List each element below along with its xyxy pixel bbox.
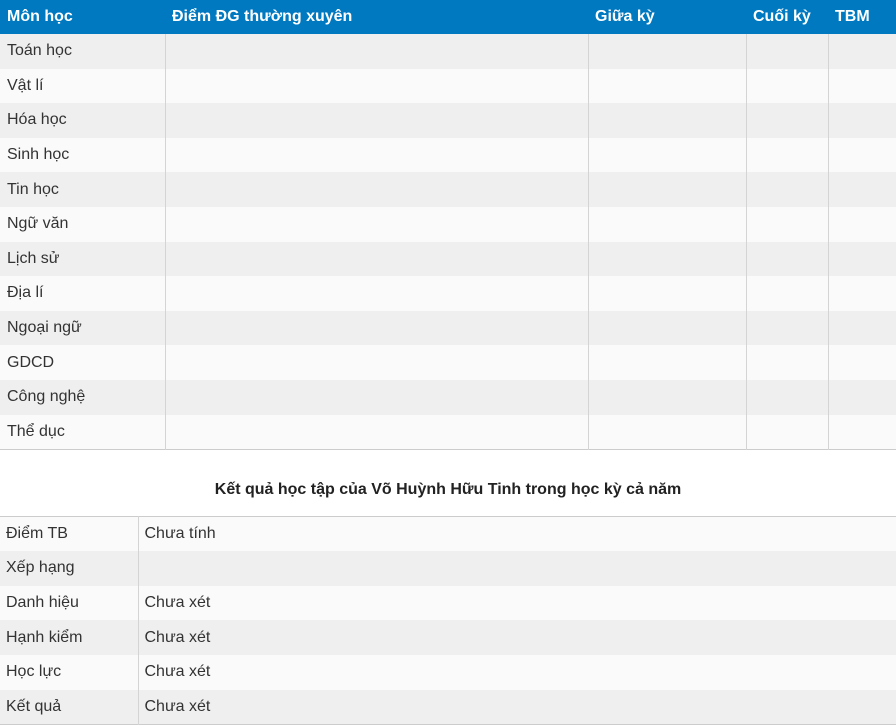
subject-name: Ngoại ngữ [0, 310, 165, 346]
summary-label: Xếp hạng [0, 550, 139, 586]
average-cell [827, 103, 896, 138]
summary-value [138, 550, 896, 586]
regular-score-cell [164, 172, 588, 207]
table-row: Ngữ văn [0, 206, 896, 242]
table-row: GDCD [0, 345, 896, 380]
table-row: Địa lí [0, 276, 896, 311]
summary-value: Chưa xét [138, 654, 896, 690]
average-cell [827, 379, 896, 415]
final-cell [745, 310, 828, 346]
regular-score-cell [164, 276, 588, 311]
summary-row: Kết quả Chưa xét [0, 689, 896, 725]
regular-score-cell [164, 414, 588, 450]
header-subject: Môn học [0, 0, 165, 34]
header-regular-score: Điểm ĐG thường xuyên [165, 0, 588, 34]
subject-name: Lịch sử [0, 241, 165, 277]
subject-name: Vật lí [0, 68, 165, 104]
final-cell [745, 34, 828, 69]
average-cell [827, 34, 896, 69]
subject-name: Hóa học [0, 103, 165, 138]
table-row: Công nghệ [0, 379, 896, 415]
final-cell [745, 241, 828, 277]
regular-score-cell [164, 34, 588, 69]
subject-name: Công nghệ [0, 379, 165, 415]
final-cell [745, 172, 828, 207]
summary-row: Xếp hạng [0, 550, 896, 586]
header-final: Cuối kỳ [746, 0, 828, 34]
final-cell [745, 414, 828, 450]
subject-name: Toán học [0, 34, 165, 69]
final-cell [745, 379, 828, 415]
header-midterm: Giữa kỳ [588, 0, 746, 34]
regular-score-cell [164, 137, 588, 173]
final-cell [745, 103, 828, 138]
average-cell [827, 68, 896, 104]
summary-row: Điểm TB Chưa tính [0, 516, 896, 551]
midterm-cell [587, 379, 746, 415]
regular-score-cell [164, 103, 588, 138]
table-row: Lịch sử [0, 241, 896, 277]
average-cell [827, 172, 896, 207]
final-cell [745, 137, 828, 173]
table-row: Ngoại ngữ [0, 310, 896, 346]
subject-name: Ngữ văn [0, 206, 165, 242]
midterm-cell [587, 310, 746, 346]
summary-label: Danh hiệu [0, 585, 139, 621]
summary-row: Học lực Chưa xét [0, 654, 896, 690]
average-cell [827, 276, 896, 311]
table-row: Sinh học [0, 137, 896, 173]
summary-value: Chưa xét [138, 585, 896, 621]
summary-table: Điểm TB Chưa tính Xếp hạng Danh hiệu Chưa xé… [0, 515, 896, 725]
average-cell [827, 310, 896, 346]
average-cell [827, 414, 896, 450]
midterm-cell [587, 414, 746, 450]
regular-score-cell [164, 241, 588, 277]
final-cell [745, 206, 828, 242]
midterm-cell [587, 103, 746, 138]
average-cell [827, 137, 896, 173]
midterm-cell [587, 172, 746, 207]
regular-score-cell [164, 345, 588, 380]
final-cell [745, 276, 828, 311]
regular-score-cell [164, 310, 588, 346]
average-cell [827, 241, 896, 277]
average-cell [827, 206, 896, 242]
summary-value: Chưa xét [138, 620, 896, 655]
midterm-cell [587, 206, 746, 242]
summary-value: Chưa tính [138, 516, 896, 551]
grades-header-row: Môn học Điểm ĐG thường xuyên Giữa kỳ Cuố… [0, 0, 896, 34]
summary-label: Kết quả [0, 689, 139, 725]
regular-score-cell [164, 206, 588, 242]
midterm-cell [587, 137, 746, 173]
table-row: Hóa học [0, 103, 896, 138]
table-row: Tin học [0, 172, 896, 207]
grades-table: Môn học Điểm ĐG thường xuyên Giữa kỳ Cuố… [0, 0, 896, 450]
subject-name: GDCD [0, 345, 165, 380]
average-cell [827, 345, 896, 380]
subject-name: Tin học [0, 172, 165, 207]
table-row: Toán học [0, 34, 896, 69]
midterm-cell [587, 68, 746, 104]
summary-value: Chưa xét [138, 689, 896, 725]
regular-score-cell [164, 379, 588, 415]
header-average: TBM [828, 0, 896, 34]
table-row: Thể dục [0, 414, 896, 450]
summary-label: Học lực [0, 654, 139, 690]
summary-row: Danh hiệu Chưa xét [0, 585, 896, 621]
summary-label: Hạnh kiểm [0, 620, 139, 655]
subject-name: Sinh học [0, 137, 165, 173]
summary-title: Kết quả học tập của Võ Huỳnh Hữu Tinh tr… [214, 480, 682, 498]
midterm-cell [587, 241, 746, 277]
midterm-cell [587, 345, 746, 380]
final-cell [745, 345, 828, 380]
table-row: Vật lí [0, 68, 896, 104]
midterm-cell [587, 34, 746, 69]
summary-label: Điểm TB [0, 516, 139, 551]
regular-score-cell [164, 68, 588, 104]
midterm-cell [587, 276, 746, 311]
subject-name: Địa lí [0, 276, 165, 311]
final-cell [745, 68, 828, 104]
summary-row: Hạnh kiểm Chưa xét [0, 620, 896, 655]
subject-name: Thể dục [0, 414, 165, 450]
